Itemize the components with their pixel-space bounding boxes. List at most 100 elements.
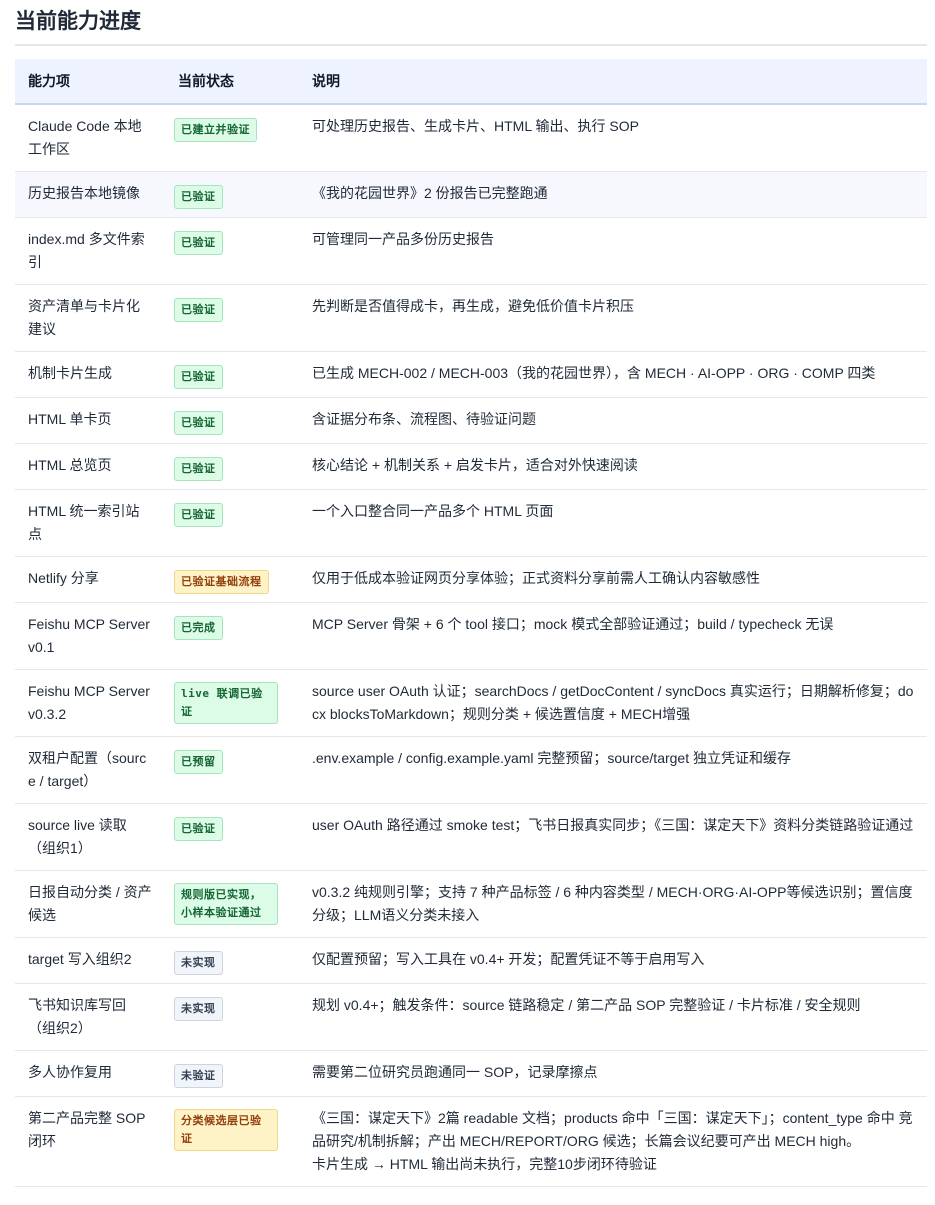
table-body: Claude Code 本地工作区 已建立并验证 可处理历史报告、生成卡片、HT… [15, 104, 927, 1187]
table-header: 能力项 当前状态 说明 [15, 59, 927, 105]
status-cell: 未实现 [165, 983, 299, 1051]
capability-name: 机制卡片生成 [15, 351, 165, 398]
status-badge: 已完成 [174, 616, 223, 640]
capability-note: user OAuth 路径通过 smoke test；飞书日报真实同步；《三国：… [299, 803, 927, 871]
status-cell: 已验证 [165, 284, 299, 352]
capability-name: 第二产品完整 SOP 闭环 [15, 1096, 165, 1187]
capability-note: 已生成 MECH-002 / MECH-003（我的花园世界），含 MECH ·… [299, 351, 927, 398]
table-row: HTML 统一索引站点 已验证 一个入口整合同一产品多个 HTML 页面 [15, 489, 927, 557]
capability-name: target 写入组织2 [15, 937, 165, 984]
status-cell: 未实现 [165, 937, 299, 984]
status-cell: 已完成 [165, 602, 299, 670]
status-cell: 未验证 [165, 1050, 299, 1097]
status-cell: live 联调已验证 [165, 669, 299, 737]
status-cell: 已验证 [165, 217, 299, 285]
capability-name: index.md 多文件索引 [15, 217, 165, 285]
table-row: 飞书知识库写回（组织2） 未实现 规划 v0.4+；触发条件：source 链路… [15, 983, 927, 1051]
table-row: HTML 总览页 已验证 核心结论 + 机制关系 + 启发卡片，适合对外快速阅读 [15, 443, 927, 490]
capability-name: Claude Code 本地工作区 [15, 104, 165, 172]
table-row: Feishu MCP Server v0.3.2 live 联调已验证 sour… [15, 669, 927, 737]
capability-name: 飞书知识库写回（组织2） [15, 983, 165, 1051]
status-badge: 已验证 [174, 503, 223, 527]
status-badge: live 联调已验证 [174, 682, 278, 724]
status-badge: 已建立并验证 [174, 118, 257, 142]
capability-note: 可管理同一产品多份历史报告 [299, 217, 927, 285]
capability-note: 先判断是否值得成卡，再生成，避免低价值卡片积压 [299, 284, 927, 352]
page: 当前能力进度 能力项 当前状态 说明 Claude Code 本地工作区 已建立… [0, 0, 935, 1205]
capability-note: 核心结论 + 机制关系 + 启发卡片，适合对外快速阅读 [299, 443, 927, 490]
capability-note: source user OAuth 认证；searchDocs / getDoc… [299, 669, 927, 737]
capability-name: 多人协作复用 [15, 1050, 165, 1097]
status-badge: 已验证 [174, 817, 223, 841]
status-badge: 未实现 [174, 951, 223, 975]
capability-note: .env.example / config.example.yaml 完整预留；… [299, 736, 927, 804]
capability-name: source live 读取（组织1） [15, 803, 165, 871]
status-badge: 已验证 [174, 298, 223, 322]
capability-note: MCP Server 骨架 + 6 个 tool 接口；mock 模式全部验证通… [299, 602, 927, 670]
status-cell: 已验证 [165, 397, 299, 444]
status-cell: 已建立并验证 [165, 104, 299, 172]
table-row: 双租户配置（source / target） 已预留 .env.example … [15, 736, 927, 804]
table-row: Netlify 分享 已验证基础流程 仅用于低成本验证网页分享体验；正式资料分享… [15, 556, 927, 603]
table-row: Feishu MCP Server v0.1 已完成 MCP Server 骨架… [15, 602, 927, 670]
status-cell: 已验证 [165, 489, 299, 557]
capability-name: 双租户配置（source / target） [15, 736, 165, 804]
status-badge: 已验证 [174, 457, 223, 481]
status-cell: 已验证 [165, 351, 299, 398]
table-row: 日报自动分类 / 资产候选 规则版已实现，小样本验证通过 v0.3.2 纯规则引… [15, 870, 927, 938]
capability-table-wrapper: 能力项 当前状态 说明 Claude Code 本地工作区 已建立并验证 可处理… [15, 59, 927, 1187]
status-badge: 已验证 [174, 231, 223, 255]
table-row: target 写入组织2 未实现 仅配置预留；写入工具在 v0.4+ 开发；配置… [15, 937, 927, 984]
status-badge: 已验证基础流程 [174, 570, 269, 594]
capability-name: Feishu MCP Server v0.1 [15, 602, 165, 670]
status-badge: 未实现 [174, 997, 223, 1021]
table-row: 第二产品完整 SOP 闭环 分类候选层已验证 《三国：谋定天下》2篇 reada… [15, 1096, 927, 1187]
capability-note: 规划 v0.4+；触发条件：source 链路稳定 / 第二产品 SOP 完整验… [299, 983, 927, 1051]
header-description: 说明 [299, 59, 927, 105]
capability-note-line: 《三国：谋定天下》2篇 readable 文档；products 命中「三国：谋… [312, 1110, 913, 1149]
table-row: 资产清单与卡片化建议 已验证 先判断是否值得成卡，再生成，避免低价值卡片积压 [15, 284, 927, 352]
status-badge: 已验证 [174, 185, 223, 209]
status-cell: 规则版已实现，小样本验证通过 [165, 870, 299, 938]
capability-table: 能力项 当前状态 说明 Claude Code 本地工作区 已建立并验证 可处理… [15, 59, 927, 1187]
capability-name: HTML 统一索引站点 [15, 489, 165, 557]
status-badge: 已预留 [174, 750, 223, 774]
header-status: 当前状态 [165, 59, 299, 105]
status-badge: 已验证 [174, 365, 223, 389]
capability-note: 需要第二位研究员跑通同一 SOP，记录摩擦点 [299, 1050, 927, 1097]
status-cell: 已验证 [165, 171, 299, 218]
status-badge: 规则版已实现，小样本验证通过 [174, 883, 278, 925]
capability-note: 仅用于低成本验证网页分享体验；正式资料分享前需人工确认内容敏感性 [299, 556, 927, 603]
capability-note: 《三国：谋定天下》2篇 readable 文档；products 命中「三国：谋… [299, 1096, 927, 1187]
status-cell: 已预留 [165, 736, 299, 804]
table-row: 历史报告本地镜像 已验证 《我的花园世界》2 份报告已完整跑通 [15, 171, 927, 218]
capability-name: HTML 单卡页 [15, 397, 165, 444]
capability-note: 一个入口整合同一产品多个 HTML 页面 [299, 489, 927, 557]
capability-note: 仅配置预留；写入工具在 v0.4+ 开发；配置凭证不等于启用写入 [299, 937, 927, 984]
capability-note: 《我的花园世界》2 份报告已完整跑通 [299, 171, 927, 218]
capability-note-line: 卡片生成 → HTML 输出尚未执行，完整10步闭环待验证 [312, 1156, 657, 1172]
title-divider [15, 44, 927, 46]
status-badge: 未验证 [174, 1064, 223, 1088]
table-row: 多人协作复用 未验证 需要第二位研究员跑通同一 SOP，记录摩擦点 [15, 1050, 927, 1097]
capability-name: 资产清单与卡片化建议 [15, 284, 165, 352]
page-title: 当前能力进度 [15, 10, 141, 33]
status-cell: 已验证 [165, 443, 299, 490]
capability-note: 可处理历史报告、生成卡片、HTML 输出、执行 SOP [299, 104, 927, 172]
capability-name: 日报自动分类 / 资产候选 [15, 870, 165, 938]
header-capability: 能力项 [15, 59, 165, 105]
status-cell: 分类候选层已验证 [165, 1096, 299, 1187]
table-header-row: 能力项 当前状态 说明 [15, 59, 927, 105]
capability-note: 含证据分布条、流程图、待验证问题 [299, 397, 927, 444]
status-badge: 已验证 [174, 411, 223, 435]
capability-name: HTML 总览页 [15, 443, 165, 490]
table-row: HTML 单卡页 已验证 含证据分布条、流程图、待验证问题 [15, 397, 927, 444]
capability-name: 历史报告本地镜像 [15, 171, 165, 218]
capability-name: Netlify 分享 [15, 556, 165, 603]
status-cell: 已验证 [165, 803, 299, 871]
capability-note: v0.3.2 纯规则引擎；支持 7 种产品标签 / 6 种内容类型 / MECH… [299, 870, 927, 938]
table-row: source live 读取（组织1） 已验证 user OAuth 路径通过 … [15, 803, 927, 871]
table-row: index.md 多文件索引 已验证 可管理同一产品多份历史报告 [15, 217, 927, 285]
status-cell: 已验证基础流程 [165, 556, 299, 603]
status-badge: 分类候选层已验证 [174, 1109, 278, 1151]
